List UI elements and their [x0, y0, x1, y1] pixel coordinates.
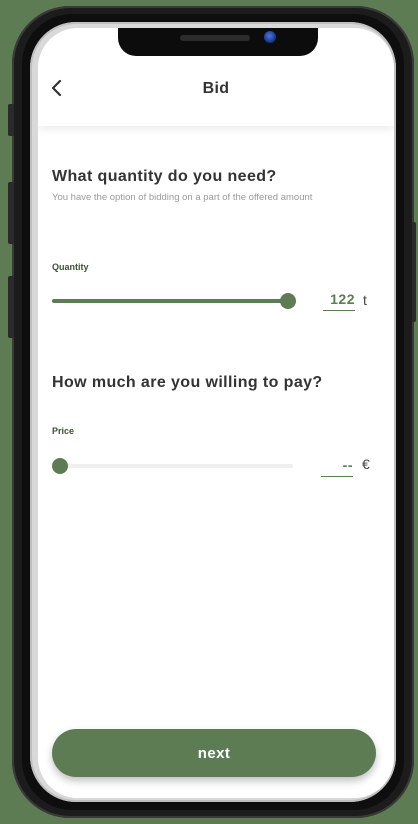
price-heading: How much are you willing to pay? [52, 374, 323, 391]
volume-button-top [8, 104, 14, 136]
next-button[interactable]: next [52, 729, 376, 777]
phone-notch [118, 28, 318, 56]
quantity-subtitle: You have the option of bidding on a part… [52, 192, 313, 203]
price-input[interactable] [321, 454, 353, 477]
price-unit: € [362, 456, 370, 472]
quantity-heading: What quantity do you need? [52, 168, 277, 185]
front-camera [264, 31, 276, 43]
volume-button-up [8, 182, 14, 244]
price-label: Price [52, 426, 75, 436]
quantity-slider[interactable] [52, 293, 296, 309]
speaker-grille [180, 35, 250, 41]
quantity-slider-fill [52, 299, 288, 303]
quantity-label: Quantity [52, 262, 89, 272]
page-title: Bid [202, 80, 230, 97]
price-slider[interactable] [52, 458, 293, 474]
power-button [412, 222, 416, 322]
quantity-input[interactable] [323, 288, 355, 311]
quantity-slider-thumb[interactable] [280, 293, 296, 309]
phone-screen: Bid What quantity do you need? You have … [38, 28, 394, 798]
price-slider-thumb[interactable] [52, 458, 68, 474]
quantity-unit: t [363, 292, 367, 308]
volume-button-down [8, 276, 14, 338]
